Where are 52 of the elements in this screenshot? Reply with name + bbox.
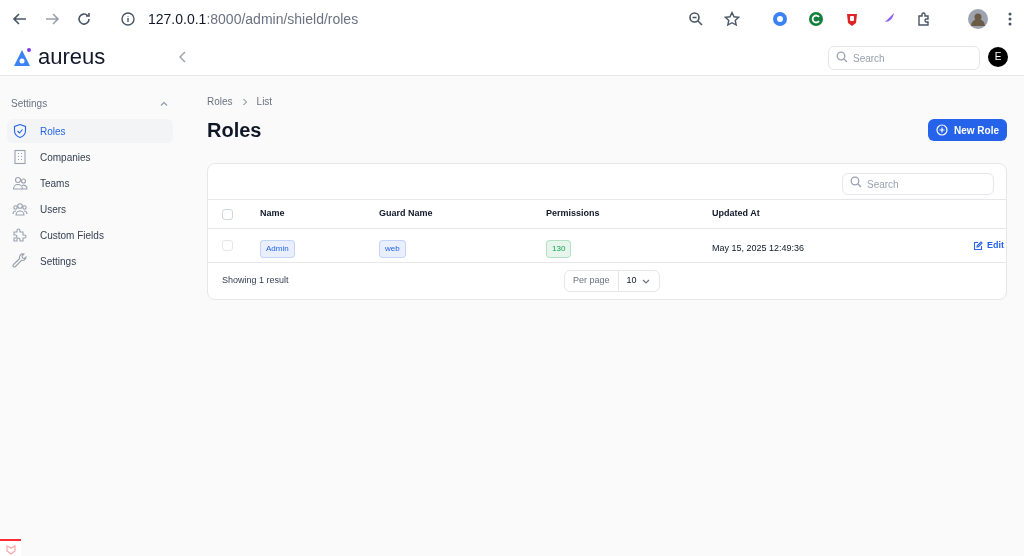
edit-icon <box>973 240 983 251</box>
chevron-right-icon <box>240 97 249 106</box>
per-page-select[interactable]: Per page 10 <box>564 270 660 292</box>
select-all-checkbox[interactable] <box>222 208 233 220</box>
shield-icon <box>12 123 28 139</box>
row-checkbox[interactable] <box>222 240 233 251</box>
shield-icon[interactable] <box>844 11 860 27</box>
breadcrumb-current: List <box>256 95 273 109</box>
column-header[interactable]: Name <box>260 207 379 221</box>
sidebar-item[interactable]: Custom Fields <box>7 223 173 247</box>
table-search-field[interactable]: Search <box>842 173 994 195</box>
new-role-button[interactable]: New Role <box>928 119 1007 141</box>
tag-badge: Admin <box>260 239 295 258</box>
edit-link[interactable]: Edit <box>973 238 1004 253</box>
reload-icon[interactable] <box>76 11 92 27</box>
puzzle-icon <box>12 227 28 243</box>
results-summary: Showing 1 result <box>222 274 290 288</box>
group-icon <box>12 201 28 217</box>
forward-icon[interactable] <box>44 11 60 27</box>
column-header[interactable]: Permissions <box>546 207 712 221</box>
table-cell: May 15, 2025 12:49:36 <box>712 242 805 253</box>
search-field[interactable]: Search <box>828 46 980 70</box>
star-icon[interactable] <box>724 11 740 27</box>
zoom-icon[interactable] <box>688 11 704 27</box>
column-header[interactable]: Guard Name <box>379 207 546 221</box>
tag-badge: web <box>379 239 406 258</box>
sidebar-item[interactable]: Users <box>7 197 173 221</box>
page-title: Roles <box>207 118 262 143</box>
extensions-icon[interactable] <box>916 11 932 27</box>
info-icon[interactable] <box>120 11 136 27</box>
column-header[interactable]: Updated At <box>712 207 946 221</box>
logo-text: aureus <box>38 45 106 68</box>
user-avatar[interactable]: E <box>988 46 1008 67</box>
plus-circle-icon <box>936 124 948 136</box>
more-icon[interactable] <box>1008 11 1012 27</box>
sidebar-item[interactable]: Settings <box>7 249 173 273</box>
logo-icon <box>12 45 34 68</box>
sidebar-item[interactable]: Roles <box>7 119 173 143</box>
address-bar[interactable]: 127.0.0.1:8000/admin/shield/roles <box>148 8 359 30</box>
sidebar-item[interactable]: Companies <box>7 145 173 169</box>
breadcrumb-link[interactable]: Roles <box>207 94 233 109</box>
wrench-icon <box>12 253 28 269</box>
people-icon <box>12 175 28 191</box>
sidebar-item[interactable]: Teams <box>7 171 173 195</box>
count-badge: 130 <box>546 239 572 258</box>
sidebar-group-label: Settings <box>11 97 48 111</box>
profile-avatar-icon[interactable] <box>968 9 988 29</box>
building-icon <box>12 149 28 165</box>
back-icon[interactable] <box>12 11 28 27</box>
search-icon <box>850 175 862 188</box>
search-icon <box>836 50 848 63</box>
grammar-icon[interactable] <box>808 11 824 27</box>
